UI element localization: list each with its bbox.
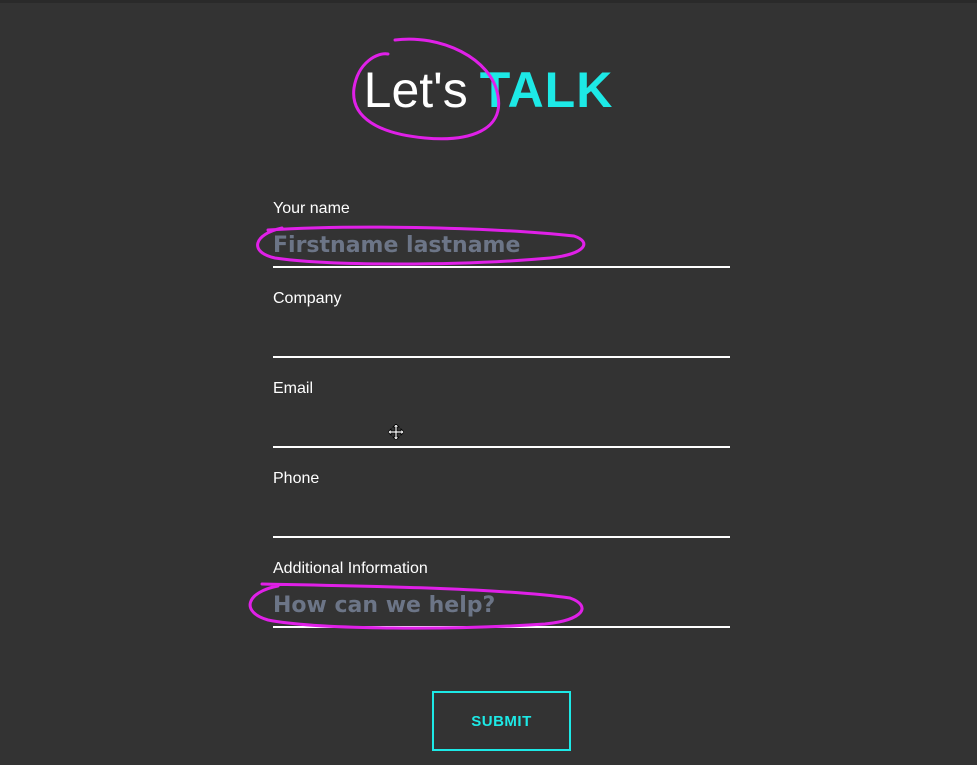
phone-input[interactable] [273,494,730,538]
name-field-group: Your name [273,200,730,272]
name-label: Your name [273,200,350,217]
phone-label: Phone [273,470,320,487]
title-lets: Let's [363,62,468,118]
email-field-group: Email [273,380,730,452]
submit-button[interactable]: SUBMIT [432,691,571,751]
company-input[interactable] [273,314,730,358]
additional-info-label: Additional Information [273,560,428,577]
page-title: Let's TALK [0,58,977,122]
additional-info-input[interactable] [273,584,730,628]
company-label: Company [273,290,342,307]
contact-page: { "header": { "title_part1": "Let's", "t… [0,0,977,765]
title-talk: TALK [479,62,614,118]
company-field-group: Company [273,290,730,362]
email-label: Email [273,380,314,397]
phone-field-group: Phone [273,470,730,542]
top-border [0,0,977,3]
move-cursor-icon [388,424,404,440]
email-input[interactable] [273,404,730,448]
name-input[interactable] [273,224,730,268]
additional-info-field-group: Additional Information [273,560,730,632]
